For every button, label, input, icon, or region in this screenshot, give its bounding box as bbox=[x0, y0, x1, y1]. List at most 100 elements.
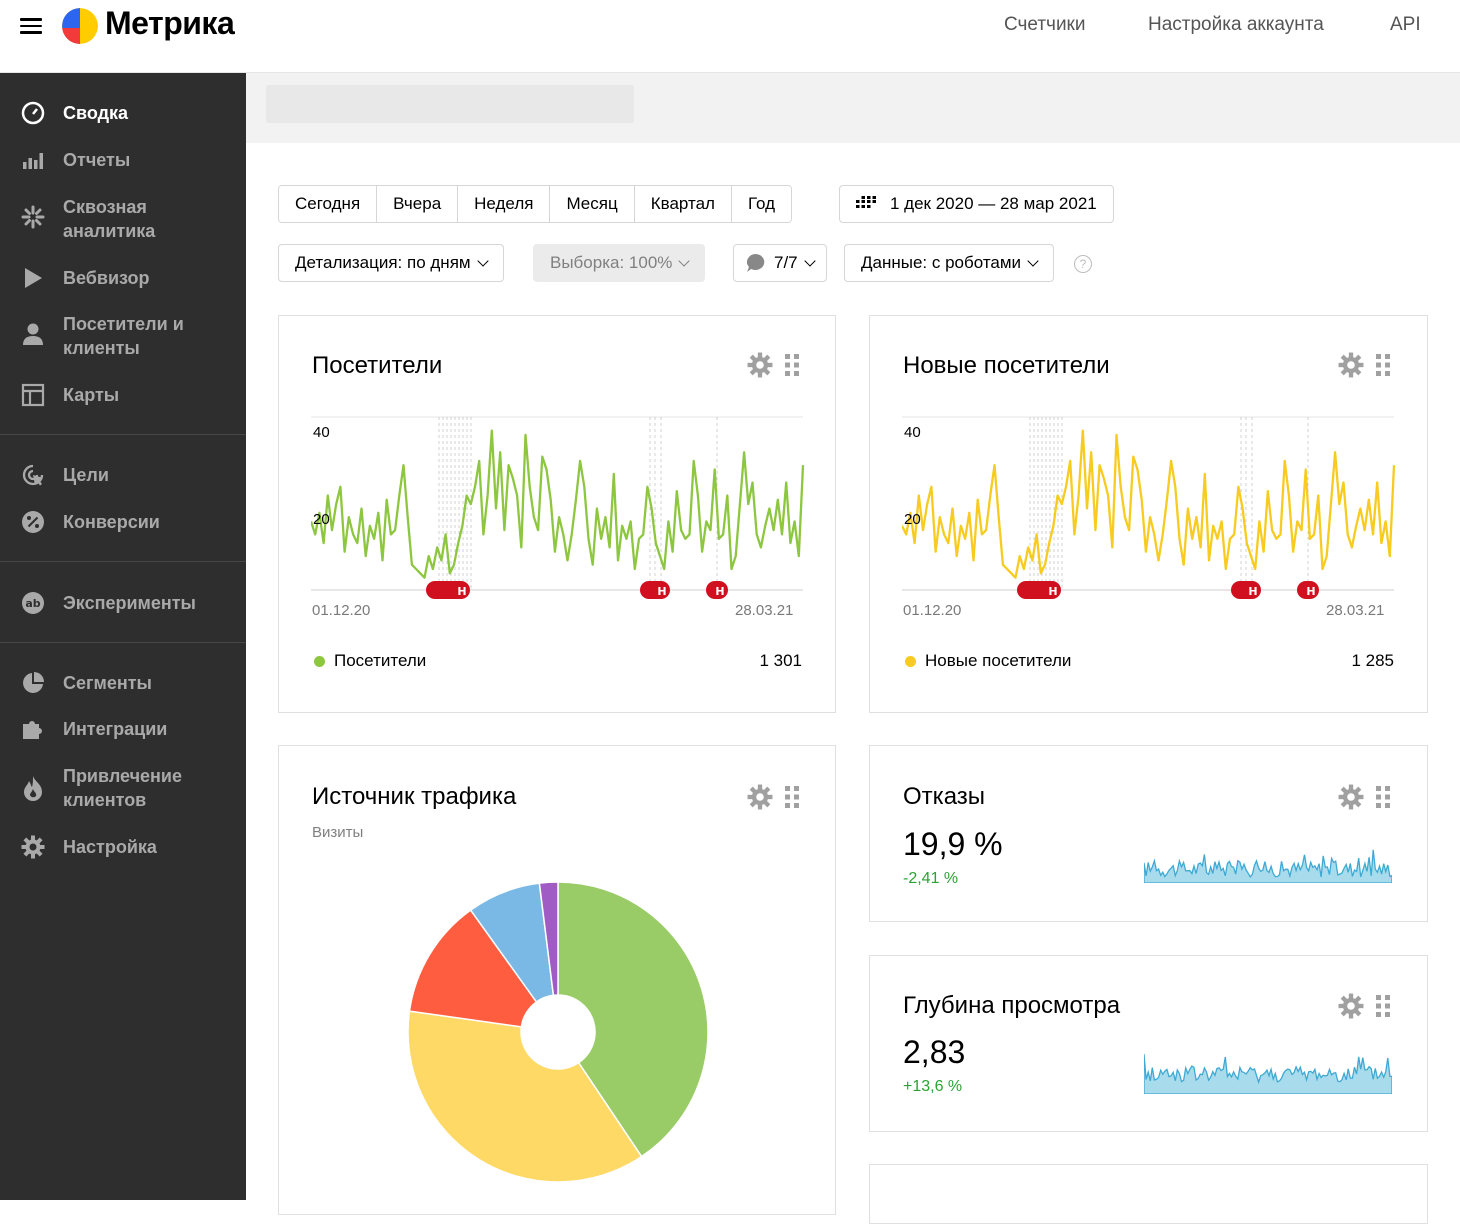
sidebar-item-end-to-end-analytics[interactable]: Сквозная аналитика bbox=[0, 194, 246, 243]
series-line bbox=[311, 429, 805, 579]
gear-icon[interactable] bbox=[1338, 352, 1364, 378]
counter-header bbox=[246, 73, 1460, 143]
target-cursor-icon bbox=[20, 462, 46, 488]
holiday-marker-label: Н bbox=[1048, 585, 1057, 598]
period-month[interactable]: Месяц bbox=[550, 186, 635, 222]
sidebar-item-label: Сквозная аналитика bbox=[63, 197, 156, 241]
traffic-pie-chart bbox=[407, 881, 709, 1183]
robots-dropdown[interactable]: Данные: с роботами bbox=[844, 244, 1055, 282]
drag-handle-icon[interactable] bbox=[785, 786, 799, 808]
flame-icon bbox=[20, 775, 46, 801]
legend-dot bbox=[905, 655, 916, 667]
holiday-marker-label: Н bbox=[657, 585, 666, 598]
pie-icon bbox=[20, 670, 46, 696]
page-depth-sparkline bbox=[1144, 1054, 1392, 1094]
nav-api[interactable]: API bbox=[1390, 14, 1421, 36]
sidebar-item-label: Интеграции bbox=[63, 719, 168, 739]
period-week[interactable]: Неделя bbox=[458, 186, 551, 222]
sidebar-item-visitors-clients[interactable]: Посетители и клиенты bbox=[0, 311, 246, 360]
sidebar-item-goals[interactable]: Цели bbox=[0, 462, 246, 488]
x-label-end: 28.03.21 bbox=[1326, 602, 1385, 619]
sidebar-item-label: Конверсии bbox=[63, 512, 160, 532]
chevron-down-icon bbox=[803, 254, 816, 267]
gear-icon[interactable] bbox=[747, 352, 773, 378]
top-bar: Метрика Счетчики Настройка аккаунта API bbox=[0, 0, 1460, 73]
period-year[interactable]: Год bbox=[731, 186, 792, 222]
new-visitors-widget: Новые посетители Н Н Н 40 20 01.12.20 28.0… bbox=[869, 315, 1428, 713]
gear-icon[interactable] bbox=[747, 784, 773, 810]
drag-handle-icon[interactable] bbox=[785, 354, 799, 376]
speech-bubble-icon bbox=[746, 253, 766, 273]
widget-title: Посетители bbox=[312, 352, 443, 379]
drag-handle-icon[interactable] bbox=[1376, 995, 1390, 1017]
holiday-marker-label: Н bbox=[1306, 585, 1315, 598]
metric-value: 19,9 % bbox=[903, 826, 1003, 862]
x-label-end: 28.03.21 bbox=[735, 602, 794, 619]
legend-label: Посетители bbox=[334, 651, 427, 670]
nav-counters[interactable]: Счетчики bbox=[1004, 14, 1085, 36]
y-tick-40: 40 bbox=[904, 424, 921, 441]
period-quarter[interactable]: Квартал bbox=[634, 186, 732, 222]
sparkle-icon bbox=[20, 204, 46, 230]
metrika-logo-icon[interactable] bbox=[62, 8, 98, 44]
gear-icon[interactable] bbox=[1338, 784, 1364, 810]
sidebar-item-integrations[interactable]: Интеграции bbox=[0, 716, 246, 742]
metric-value: 2,83 bbox=[903, 1034, 966, 1070]
menu-icon[interactable] bbox=[20, 14, 46, 38]
nav-account-settings[interactable]: Настройка аккаунта bbox=[1148, 14, 1324, 36]
legend-dot bbox=[314, 655, 325, 667]
help-icon[interactable]: ? bbox=[1074, 255, 1092, 273]
holiday-marker-label: Н bbox=[457, 585, 466, 598]
period-yesterday[interactable]: Вчера bbox=[377, 186, 459, 222]
sidebar-item-label: Настройка bbox=[63, 837, 157, 857]
detail-dropdown[interactable]: Детализация: по дням bbox=[278, 244, 504, 282]
sidebar-item-maps[interactable]: Карты bbox=[0, 382, 246, 408]
sidebar-divider bbox=[0, 434, 246, 435]
legend-item[interactable]: Посетители bbox=[314, 651, 426, 671]
robots-label: Данные: с роботами bbox=[861, 253, 1022, 272]
traffic-source-widget: Источник трафика Визиты bbox=[278, 745, 836, 1215]
sidebar-item-settings[interactable]: Настройка bbox=[0, 834, 246, 860]
holiday-marker-label: Н bbox=[715, 585, 724, 598]
sidebar-item-segments[interactable]: Сегменты bbox=[0, 670, 246, 696]
date-range-button[interactable]: 1 дек 2020 — 28 мар 2021 bbox=[839, 185, 1114, 223]
detail-label: Детализация: по дням bbox=[295, 253, 471, 272]
calendar-icon bbox=[856, 196, 876, 212]
metric-delta: +13,6 % bbox=[903, 1078, 963, 1095]
bar-chart-icon bbox=[20, 147, 46, 173]
person-icon bbox=[20, 321, 46, 347]
sidebar-item-label: Цели bbox=[63, 465, 109, 485]
sidebar-item-conversions[interactable]: Конверсии bbox=[0, 509, 246, 535]
y-tick-40: 40 bbox=[313, 424, 330, 441]
logo-text[interactable]: Метрика bbox=[105, 5, 235, 42]
metric-delta: -2,41 % bbox=[903, 870, 959, 887]
widget-title: Глубина просмотра bbox=[903, 992, 1121, 1019]
page-depth-widget: Глубина просмотра 2,83 +13,6 % bbox=[869, 955, 1428, 1132]
legend-item[interactable]: Новые посетители bbox=[905, 651, 1071, 671]
attribution-dropdown[interactable]: 7/7 bbox=[733, 244, 827, 282]
bounce-sparkline bbox=[1144, 849, 1392, 883]
sidebar-item-webvisor[interactable]: Вебвизор bbox=[0, 265, 246, 291]
main-content: Сегодня Вчера Неделя Месяц Квартал Год 1… bbox=[246, 73, 1460, 1224]
drag-handle-icon[interactable] bbox=[1376, 786, 1390, 808]
legend-total: 1 285 bbox=[1351, 651, 1394, 670]
widget-subtitle: Визиты bbox=[312, 824, 364, 841]
drag-handle-icon[interactable] bbox=[1376, 354, 1390, 376]
visitors-widget: Посетители Н Н Н 40 20 01.12.20 28.03.21 П… bbox=[278, 315, 836, 713]
sparkline-area bbox=[1144, 849, 1392, 883]
sidebar-item-reports[interactable]: Отчеты bbox=[0, 147, 246, 173]
sidebar-item-summary[interactable]: Сводка bbox=[0, 100, 246, 126]
sidebar-item-experiments[interactable]: ab Эксперименты bbox=[0, 590, 246, 616]
period-today[interactable]: Сегодня bbox=[279, 186, 378, 222]
map-layout-icon bbox=[20, 382, 46, 408]
legend-total: 1 301 bbox=[759, 651, 802, 670]
sidebar-item-client-acquisition[interactable]: Привлечение клиентов bbox=[0, 763, 246, 812]
gear-icon[interactable] bbox=[1338, 993, 1364, 1019]
sparkline-area bbox=[1144, 1054, 1392, 1094]
sidebar: Сводка Отчеты Сквозная аналитика Вебвизо… bbox=[0, 73, 246, 1200]
widget-title: Новые посетители bbox=[903, 352, 1110, 379]
sample-dropdown[interactable]: Выборка: 100% bbox=[533, 244, 706, 282]
sample-label: Выборка: 100% bbox=[550, 253, 673, 272]
ab-icon: ab bbox=[20, 590, 46, 616]
new-visitors-line-chart: ННН bbox=[902, 416, 1396, 599]
